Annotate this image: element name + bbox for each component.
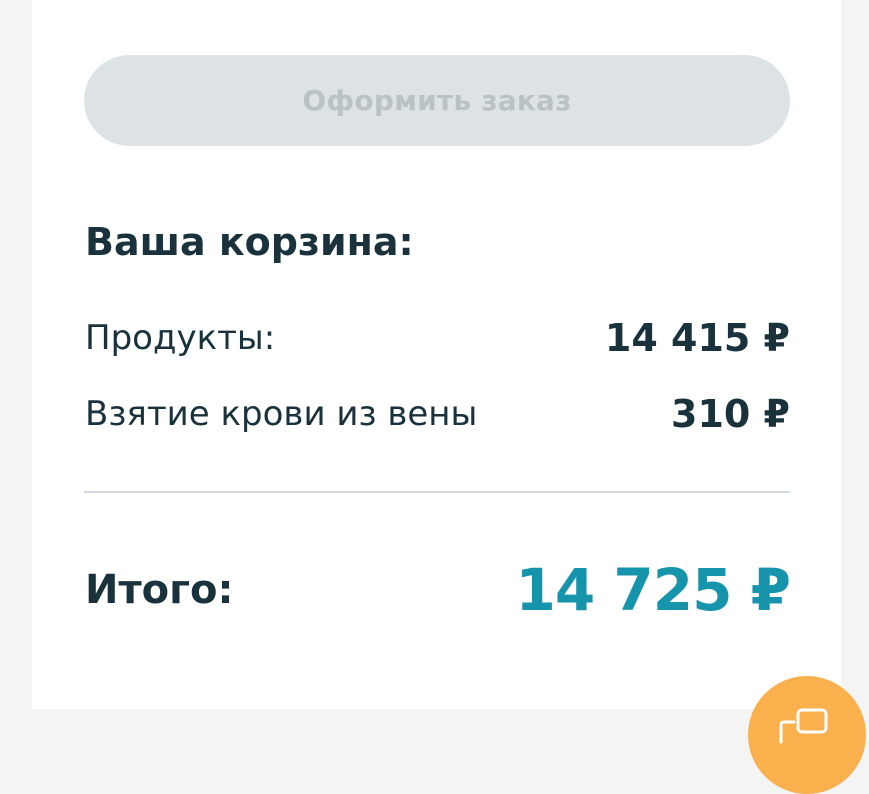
cart-line-products: Продукты: 14 415 ₽	[85, 313, 790, 363]
cart-line-blood-draw: Взятие крови из вены 310 ₽	[85, 389, 790, 439]
divider	[84, 491, 790, 493]
chat-icon	[779, 708, 828, 744]
total-label: Итого:	[85, 567, 234, 613]
chat-button[interactable]	[748, 676, 866, 794]
cart-summary-card: Оформить заказ Ваша корзина: Продукты: 1…	[32, 0, 841, 709]
cart-line-price: 14 415 ₽	[604, 316, 790, 360]
cart-title: Ваша корзина:	[85, 220, 414, 264]
cart-line-label: Продукты:	[85, 318, 276, 358]
checkout-button[interactable]: Оформить заказ	[84, 55, 790, 146]
cart-line-label: Взятие крови из вены	[85, 394, 478, 434]
total-price: 14 725 ₽	[515, 556, 791, 624]
cart-total: Итого: 14 725 ₽	[85, 555, 791, 625]
cart-line-price: 310 ₽	[671, 392, 790, 436]
